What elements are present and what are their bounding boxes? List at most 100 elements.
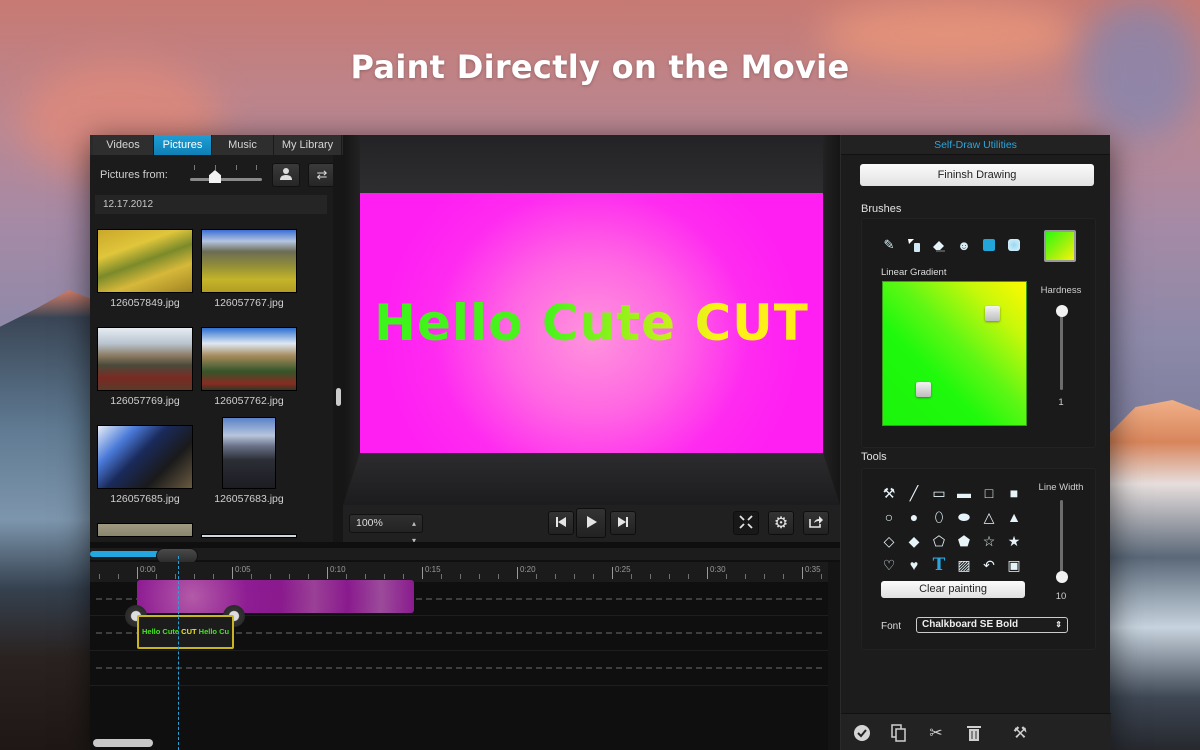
diamond-outline-icon[interactable]: ◇ [879, 532, 899, 550]
text-clip[interactable]: Hello Cute CUT Hello Cu [137, 615, 234, 649]
diamond-filled-icon[interactable]: ◆ [904, 532, 924, 550]
timeline-zoom-bar[interactable] [90, 548, 840, 564]
circle-outline-icon[interactable]: ○ [879, 508, 899, 526]
text-icon[interactable]: T [929, 555, 949, 575]
linear-gradient-editor[interactable] [882, 281, 1027, 426]
undo-icon[interactable]: ↶ [979, 556, 999, 574]
square-outline-icon[interactable]: □ [979, 484, 999, 502]
pictures-from-slider-thumb[interactable] [209, 170, 221, 183]
library-scrollbar[interactable] [333, 155, 343, 542]
line-icon[interactable]: ╱ [904, 484, 924, 502]
ellipse-filled-icon[interactable]: ⬬ [954, 508, 974, 526]
fullscreen-button[interactable] [733, 511, 759, 535]
pictures-from-bar: Pictures from: ⇄ [90, 159, 343, 191]
finish-drawing-button[interactable]: Fininsh Drawing [860, 164, 1094, 186]
gradient-end-handle[interactable] [985, 306, 1000, 321]
circle-filled-icon[interactable]: ● [904, 508, 924, 526]
ruler-minor-tick [536, 574, 537, 579]
thumbnail-image [97, 523, 193, 537]
thumbnail-image [97, 229, 193, 293]
pentagon-filled-icon[interactable]: ⬟ [954, 532, 974, 550]
video-canvas[interactable]: Hello Cute CUT [360, 193, 823, 453]
brush-color-swatch[interactable] [1044, 230, 1076, 262]
heart-outline-icon[interactable]: ♡ [879, 556, 899, 574]
pentagon-outline-icon[interactable]: ⬠ [929, 532, 949, 550]
timeline-scrollbar-thumb[interactable] [93, 739, 153, 747]
ruler-minor-tick [99, 574, 100, 579]
ruler-minor-tick [194, 574, 195, 579]
font-value: Chalkboard SE Bold [922, 619, 1019, 630]
tab-videos[interactable]: Videos [93, 135, 154, 155]
star-outline-icon[interactable]: ☆ [979, 532, 999, 550]
thumbnail-item[interactable] [97, 523, 193, 537]
settings-button[interactable]: ⚙ [768, 511, 794, 535]
previous-frame-button[interactable] [548, 511, 574, 535]
library-scrollbar-thumb[interactable] [336, 388, 341, 406]
tab-my-library[interactable]: My Library [274, 135, 342, 155]
trash-icon[interactable] [963, 722, 985, 744]
font-select[interactable]: Chalkboard SE Bold ⇕ [916, 617, 1068, 633]
overlay-text[interactable]: Hello Cute CUT [374, 294, 809, 352]
thumbnail-image [201, 229, 297, 293]
eraser-icon[interactable] [931, 237, 947, 253]
hardness-slider-thumb[interactable] [1056, 305, 1068, 317]
person-filter-button[interactable] [272, 163, 300, 187]
ruler-minor-tick [650, 574, 651, 579]
stage-floor [343, 453, 840, 505]
star-filled-icon[interactable]: ★ [1004, 532, 1024, 550]
ruler-minor-tick [346, 574, 347, 579]
heart-filled-icon[interactable]: ♥ [904, 556, 924, 574]
triangle-filled-icon[interactable]: ▲ [1004, 508, 1024, 526]
rectangle-filled-icon[interactable]: ▬ [954, 484, 974, 502]
brush-tool-icon[interactable]: ⚒ [879, 484, 899, 502]
ruler-minor-tick [574, 574, 575, 579]
ruler-label: 0:25 [615, 565, 631, 574]
ruler-minor-tick [631, 574, 632, 579]
spray-icon[interactable] [906, 237, 922, 253]
thumbnail-item[interactable]: 126057767.jpg [201, 229, 297, 309]
playhead[interactable] [178, 556, 179, 750]
thumbnail-item[interactable]: 126057685.jpg [97, 425, 193, 505]
soft-brush-icon[interactable] [1006, 237, 1022, 253]
ellipse-outline-icon[interactable]: ⬯ [929, 508, 949, 526]
pictures-from-slider[interactable] [190, 178, 262, 181]
clear-painting-button[interactable]: Clear painting [881, 581, 1025, 598]
tab-pictures[interactable]: Pictures [154, 135, 212, 155]
play-button[interactable] [576, 508, 606, 538]
refresh-button[interactable]: ⇄ [308, 163, 336, 187]
tab-music[interactable]: Music [212, 135, 274, 155]
hardness-slider[interactable] [1060, 310, 1063, 390]
ruler-minor-tick [270, 574, 271, 579]
rectangle-outline-icon[interactable]: ▭ [929, 484, 949, 502]
image-icon[interactable]: ▨ [954, 556, 974, 574]
pencil-icon[interactable]: ✎ [881, 237, 897, 253]
text-clip-label: Hello Cu [196, 627, 230, 636]
export-button[interactable] [803, 511, 829, 535]
thumbnail-item[interactable]: 126057762.jpg [201, 327, 297, 407]
thumbnail-item[interactable] [201, 534, 297, 538]
ruler-minor-tick [308, 574, 309, 579]
square-filled-icon[interactable]: ■ [1004, 484, 1024, 502]
thumbnail-item[interactable]: 126057683.jpg [201, 417, 297, 505]
thumbnail-item[interactable]: 126057769.jpg [97, 327, 193, 407]
tools-icon[interactable]: ⚒ [1009, 722, 1031, 744]
square-brush-icon[interactable] [981, 237, 997, 253]
line-width-slider[interactable] [1060, 500, 1063, 578]
thumbnail-item[interactable]: 126057849.jpg [97, 229, 193, 309]
next-frame-button[interactable] [610, 511, 636, 535]
triangle-outline-icon[interactable]: △ [979, 508, 999, 526]
thumbnail-name: 126057767.jpg [214, 297, 284, 309]
gradient-label: Linear Gradient [881, 267, 947, 278]
save-icon[interactable]: ▣ [1004, 556, 1024, 574]
zoom-select[interactable]: 100% ▴ ▾ [349, 514, 423, 545]
stage-backdrop [360, 135, 823, 193]
scissors-icon[interactable]: ✂ [925, 722, 947, 744]
ruler-major-tick [232, 567, 233, 579]
gradient-start-handle[interactable] [916, 382, 931, 397]
smiley-icon[interactable]: ☻ [956, 237, 972, 253]
line-width-slider-thumb[interactable] [1056, 571, 1068, 583]
copy-icon[interactable] [888, 722, 910, 744]
ruler-minor-tick [251, 574, 252, 579]
timeline-ruler[interactable]: 0:00 0:05 0:10 0:15 0:20 0:25 0:30 0:35 [90, 562, 828, 582]
check-icon[interactable] [851, 722, 873, 744]
